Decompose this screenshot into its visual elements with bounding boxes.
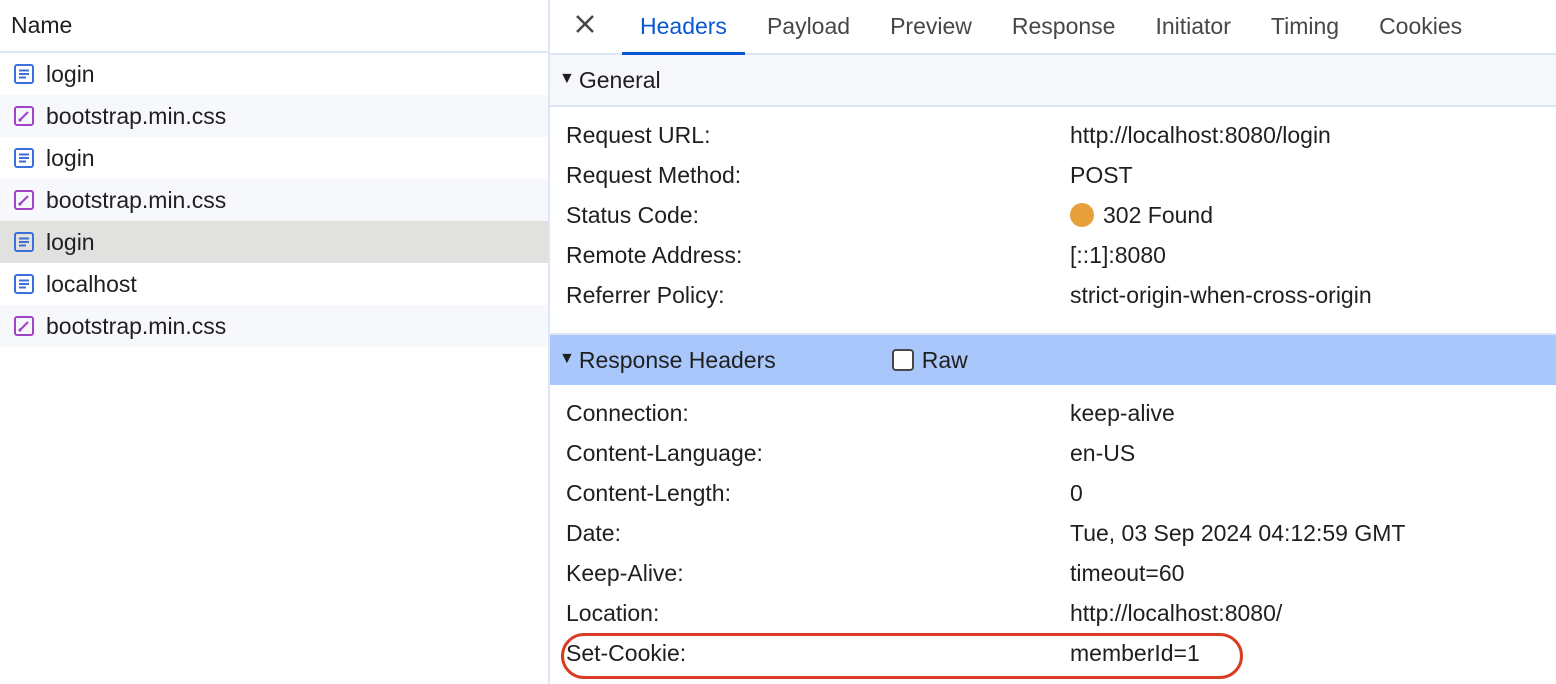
general-section-header[interactable]: ▼ General [550, 55, 1556, 107]
header-row-location: Location: http://localhost:8080/ [550, 593, 1556, 633]
header-row-request-method: Request Method: POST [550, 155, 1556, 195]
request-name: localhost [46, 270, 137, 297]
request-row[interactable]: login [0, 137, 548, 179]
request-name: bootstrap.min.css [46, 312, 227, 339]
header-key: Referrer Policy: [566, 281, 725, 308]
header-key: Location: [566, 599, 660, 626]
raw-label: Raw [921, 346, 968, 373]
stylesheet-icon [12, 105, 35, 128]
header-value: keep-alive [1070, 399, 1175, 426]
request-row-selected[interactable]: login [0, 221, 548, 263]
header-row-content-length: Content-Length: 0 [550, 473, 1556, 513]
name-column-label: Name [11, 12, 73, 38]
header-value: strict-origin-when-cross-origin [1070, 281, 1372, 308]
details-tab-bar: Headers Payload Preview Response Initiat… [550, 0, 1556, 55]
header-row-status-code: Status Code: 302 Found [550, 195, 1556, 235]
tab-headers[interactable]: Headers [620, 0, 747, 55]
header-key: Request Method: [566, 161, 742, 188]
tab-timing[interactable]: Timing [1251, 0, 1359, 53]
request-row[interactable]: login [0, 53, 548, 95]
name-column-header[interactable]: Name [0, 0, 548, 53]
tab-cookies[interactable]: Cookies [1359, 0, 1482, 53]
tab-payload[interactable]: Payload [747, 0, 870, 53]
request-name: bootstrap.min.css [46, 102, 227, 129]
request-list-panel: Name login bootstrap.min.css login boots… [0, 0, 548, 684]
request-row[interactable]: bootstrap.min.css [0, 305, 548, 347]
header-value: POST [1070, 161, 1133, 188]
header-key: Status Code: [566, 201, 699, 228]
header-key: Connection: [566, 399, 689, 426]
document-icon [12, 63, 35, 86]
header-key: Set-Cookie: [566, 639, 687, 666]
request-row[interactable]: localhost [0, 263, 548, 305]
header-key: Keep-Alive: [566, 559, 684, 586]
header-row-date: Date: Tue, 03 Sep 2024 04:12:59 GMT [550, 513, 1556, 553]
request-row[interactable]: bootstrap.min.css [0, 179, 548, 221]
response-headers-title: Response Headers [578, 346, 776, 373]
raw-toggle[interactable]: Raw [891, 346, 968, 374]
stylesheet-icon [12, 189, 35, 212]
request-name: login [46, 60, 95, 87]
header-row-keep-alive: Keep-Alive: timeout=60 [550, 553, 1556, 593]
status-dot-icon [1070, 203, 1094, 227]
header-row-set-cookie: Set-Cookie: memberId=1 [550, 633, 1556, 679]
response-headers-section-header[interactable]: ▼ Response Headers Raw [550, 333, 1556, 385]
header-value: memberId=1 [1070, 639, 1200, 666]
request-name: login [46, 144, 95, 171]
header-value: 0 [1070, 479, 1083, 506]
header-value: http://localhost:8080/login [1070, 121, 1331, 148]
expand-triangle-icon: ▼ [559, 350, 575, 367]
expand-triangle-icon: ▼ [559, 70, 575, 87]
document-icon [12, 147, 35, 170]
response-header-fields: Connection: keep-alive Content-Language:… [550, 385, 1556, 679]
header-row-connection: Connection: keep-alive [550, 393, 1556, 433]
header-value: en-US [1070, 439, 1136, 466]
tab-response[interactable]: Response [992, 0, 1136, 53]
header-value: timeout=60 [1070, 559, 1185, 586]
tab-initiator[interactable]: Initiator [1135, 0, 1250, 53]
tab-preview[interactable]: Preview [870, 0, 992, 53]
header-key: Request URL: [566, 121, 711, 148]
header-key: Date: [566, 519, 621, 546]
request-name: bootstrap.min.css [46, 186, 227, 213]
header-value-status: 302 Found [1070, 202, 1213, 229]
request-row[interactable]: bootstrap.min.css [0, 95, 548, 137]
status-code-text: 302 Found [1103, 201, 1213, 228]
header-value: http://localhost:8080/ [1070, 599, 1283, 626]
header-key: Content-Language: [566, 439, 763, 466]
header-value: [::1]:8080 [1070, 241, 1166, 268]
document-icon [12, 273, 35, 296]
request-details-panel: Headers Payload Preview Response Initiat… [550, 0, 1556, 684]
header-key: Remote Address: [566, 241, 743, 268]
stylesheet-icon [12, 315, 35, 338]
header-row-referrer-policy: Referrer Policy: strict-origin-when-cros… [550, 275, 1556, 315]
raw-checkbox[interactable] [891, 349, 914, 371]
close-details-button[interactable] [550, 0, 620, 53]
document-icon [12, 231, 35, 254]
general-section-title: General [578, 66, 661, 93]
request-name: login [46, 228, 95, 255]
header-row-remote-address: Remote Address: [::1]:8080 [550, 235, 1556, 275]
close-icon [574, 13, 596, 41]
header-key: Content-Length: [566, 479, 731, 506]
general-fields: Request URL: http://localhost:8080/login… [550, 107, 1556, 333]
header-row-request-url: Request URL: http://localhost:8080/login [550, 115, 1556, 155]
header-value: Tue, 03 Sep 2024 04:12:59 GMT [1070, 519, 1406, 546]
header-row-content-language: Content-Language: en-US [550, 433, 1556, 473]
